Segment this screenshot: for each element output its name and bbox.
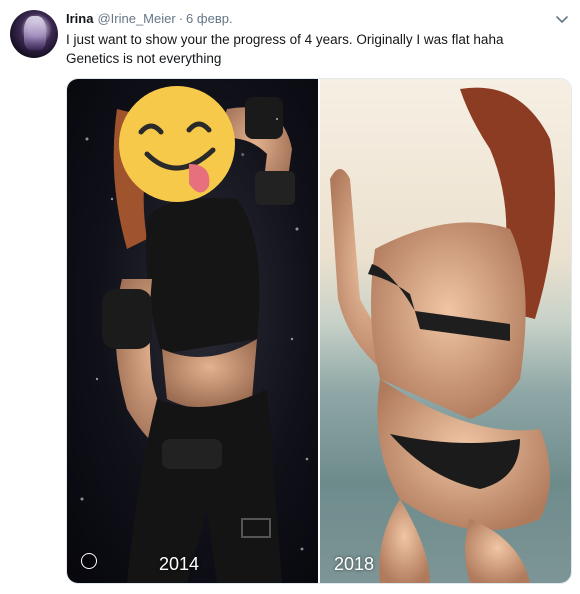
photo-2014[interactable]: 2014 <box>67 79 318 583</box>
tweet-text-line: Genetics is not everything <box>66 51 222 66</box>
photo-2018[interactable]: 2018 <box>320 79 571 583</box>
tweet-date[interactable]: 6 февр. <box>186 11 233 26</box>
chevron-down-icon[interactable] <box>555 12 569 26</box>
smiling-face-with-tongue-icon <box>119 86 235 202</box>
avatar-figure <box>24 16 46 50</box>
tweet-text-line: I just want to show your the progress of… <box>66 32 504 47</box>
photo-label-right: 2018 <box>334 554 375 574</box>
tweet-text: I just want to show your the progress of… <box>66 30 566 68</box>
media-badge-icon <box>81 553 97 569</box>
user-handle[interactable]: @Irine_Meier <box>97 11 175 26</box>
photo-2018-figure <box>330 87 555 583</box>
tweet-header: Irina @Irine_Meier · 6 февр. <box>66 10 233 28</box>
tweet-media[interactable]: 2014 2018 <box>66 78 572 584</box>
avatar[interactable] <box>10 10 58 58</box>
display-name[interactable]: Irina <box>66 11 93 26</box>
photo-label-left: 2014 <box>159 554 200 574</box>
separator-dot: · <box>178 11 184 26</box>
tweet[interactable]: Irina @Irine_Meier · 6 февр. I just want to… <box>0 0 580 594</box>
